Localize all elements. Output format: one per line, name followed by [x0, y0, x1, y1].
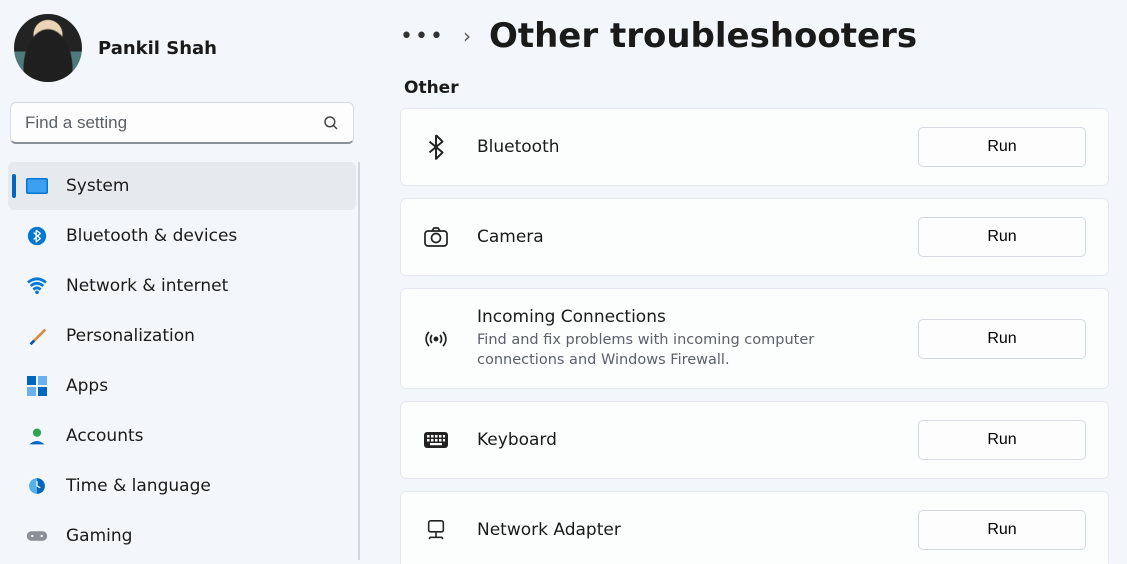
network-adapter-icon: [423, 519, 449, 541]
troubleshooter-camera: Camera Run: [400, 198, 1109, 276]
sidebar-item-accounts[interactable]: Accounts: [8, 412, 356, 460]
search-container: [10, 102, 354, 144]
sidebar-item-apps[interactable]: Apps: [8, 362, 356, 410]
profile-header[interactable]: Pankil Shah: [8, 0, 360, 92]
bluetooth-outline-icon: [423, 134, 449, 160]
sidebar-item-label: Accounts: [66, 426, 144, 446]
breadcrumb-more-icon[interactable]: •••: [400, 24, 445, 49]
user-name: Pankil Shah: [98, 38, 217, 59]
sidebar-item-label: Time & language: [66, 476, 211, 496]
sidebar-item-label: System: [66, 176, 129, 196]
troubleshooter-title: Camera: [477, 227, 890, 247]
section-title: Other: [404, 78, 1109, 98]
sidebar-item-system[interactable]: System: [8, 162, 356, 210]
sidebar-item-label: Personalization: [66, 326, 195, 346]
troubleshooter-network-adapter: Network Adapter Run: [400, 491, 1109, 564]
avatar: [14, 14, 82, 82]
breadcrumb: ••• › Other troubleshooters: [400, 0, 1109, 62]
wifi-icon: [26, 275, 48, 297]
troubleshooter-keyboard: Keyboard Run: [400, 401, 1109, 479]
search-icon: [322, 114, 340, 132]
time-icon: [26, 475, 48, 497]
run-button[interactable]: Run: [918, 127, 1086, 167]
sidebar-item-label: Bluetooth & devices: [66, 226, 237, 246]
troubleshooter-title: Bluetooth: [477, 137, 890, 157]
sidebar-item-personalization[interactable]: Personalization: [8, 312, 356, 360]
troubleshooter-description: Find and fix problems with incoming comp…: [477, 331, 890, 370]
run-button[interactable]: Run: [918, 510, 1086, 550]
sidebar-item-network[interactable]: Network & internet: [8, 262, 356, 310]
run-button[interactable]: Run: [918, 319, 1086, 359]
run-button[interactable]: Run: [918, 420, 1086, 460]
troubleshooter-incoming-connections: Incoming Connections Find and fix proble…: [400, 288, 1109, 389]
troubleshooter-title: Network Adapter: [477, 520, 890, 540]
bluetooth-icon: [26, 225, 48, 247]
page-title: Other troubleshooters: [489, 16, 917, 56]
camera-icon: [423, 227, 449, 247]
troubleshooter-title: Incoming Connections: [477, 307, 890, 327]
sidebar-item-label: Network & internet: [66, 276, 228, 296]
troubleshooter-bluetooth: Bluetooth Run: [400, 108, 1109, 186]
accounts-icon: [26, 425, 48, 447]
keyboard-icon: [423, 432, 449, 448]
sidebar-item-time-language[interactable]: Time & language: [8, 462, 356, 510]
troubleshooter-title: Keyboard: [477, 430, 890, 450]
search-input[interactable]: [10, 102, 354, 144]
broadcast-icon: [423, 329, 449, 349]
run-button[interactable]: Run: [918, 217, 1086, 257]
system-icon: [26, 175, 48, 197]
gaming-icon: [26, 525, 48, 547]
brush-icon: [26, 325, 48, 347]
sidebar-item-label: Gaming: [66, 526, 132, 546]
main-content: ••• › Other troubleshooters Other Blueto…: [360, 0, 1127, 564]
sidebar: Pankil Shah System Bluetooth & devices: [0, 0, 360, 564]
apps-icon: [26, 375, 48, 397]
chevron-right-icon: ›: [463, 24, 471, 48]
sidebar-nav: System Bluetooth & devices Network & int…: [8, 162, 360, 560]
sidebar-item-gaming[interactable]: Gaming: [8, 512, 356, 560]
sidebar-item-bluetooth-devices[interactable]: Bluetooth & devices: [8, 212, 356, 260]
sidebar-item-label: Apps: [66, 376, 108, 396]
